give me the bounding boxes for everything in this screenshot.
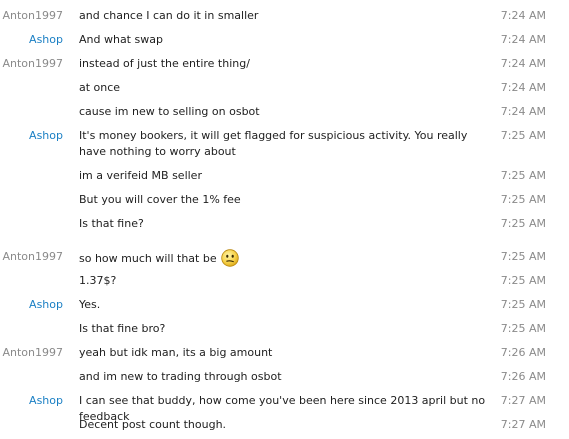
message-timestamp: 7:24 AM	[500, 9, 546, 22]
message-sender[interactable]: Anton1997	[2, 8, 63, 23]
message-timestamp: 7:24 AM	[500, 57, 546, 70]
message-timestamp: 7:24 AM	[500, 81, 546, 94]
message-text: And what swap	[79, 33, 163, 46]
message-sender[interactable]: Anton1997	[2, 345, 63, 360]
message-timestamp: 7:25 AM	[500, 298, 546, 311]
message-timestamp: 7:24 AM	[500, 33, 546, 46]
message-timestamp: 7:24 AM	[500, 105, 546, 118]
message-text: Is that fine bro?	[79, 322, 166, 335]
message-text: Is that fine?	[79, 217, 144, 230]
message-text: instead of just the entire thing/	[79, 57, 250, 70]
chat-log: Anton1997 and chance I can do it in smal…	[0, 0, 569, 439]
message-timestamp: 7:25 AM	[500, 193, 546, 206]
message-timestamp: 7:27 AM	[500, 394, 546, 407]
confused-face-icon	[220, 249, 239, 267]
message-text: cause im new to selling on osbot	[79, 105, 260, 118]
message-timestamp: 7:25 AM	[500, 129, 546, 142]
message-sender[interactable]: Anton1997	[2, 249, 63, 264]
message-text: It's money bookers, it will get flagged …	[79, 129, 468, 158]
message-text: yeah but idk man, its a big amount	[79, 346, 273, 359]
message-text: and chance I can do it in smaller	[79, 9, 259, 22]
message-text-content: so how much will that be	[79, 252, 217, 265]
message-text: im a verifeid MB seller	[79, 169, 202, 182]
message-timestamp: 7:25 AM	[500, 250, 546, 263]
message-sender[interactable]: Ashop	[29, 393, 63, 408]
message-sender[interactable]: Ashop	[29, 297, 63, 312]
message-timestamp: 7:25 AM	[500, 322, 546, 335]
message-text: Decent post count though.	[79, 418, 227, 431]
message-timestamp: 7:26 AM	[500, 346, 546, 359]
message-sender[interactable]: Ashop	[29, 128, 63, 143]
message-timestamp: 7:25 AM	[500, 217, 546, 230]
message-text: so how much will that be	[79, 249, 489, 267]
message-text: 1.37$?	[79, 274, 117, 287]
message-text: at once	[79, 81, 121, 94]
message-text: and im new to trading through osbot	[79, 370, 282, 383]
message-text: But you will cover the 1% fee	[79, 193, 241, 206]
message-sender[interactable]: Anton1997	[2, 56, 63, 71]
message-timestamp: 7:25 AM	[500, 169, 546, 182]
message-timestamp: 7:25 AM	[500, 274, 546, 287]
message-text: Yes.	[79, 298, 101, 311]
message-sender[interactable]: Ashop	[29, 32, 63, 47]
message-timestamp: 7:27 AM	[500, 418, 546, 431]
message-timestamp: 7:26 AM	[500, 370, 546, 383]
